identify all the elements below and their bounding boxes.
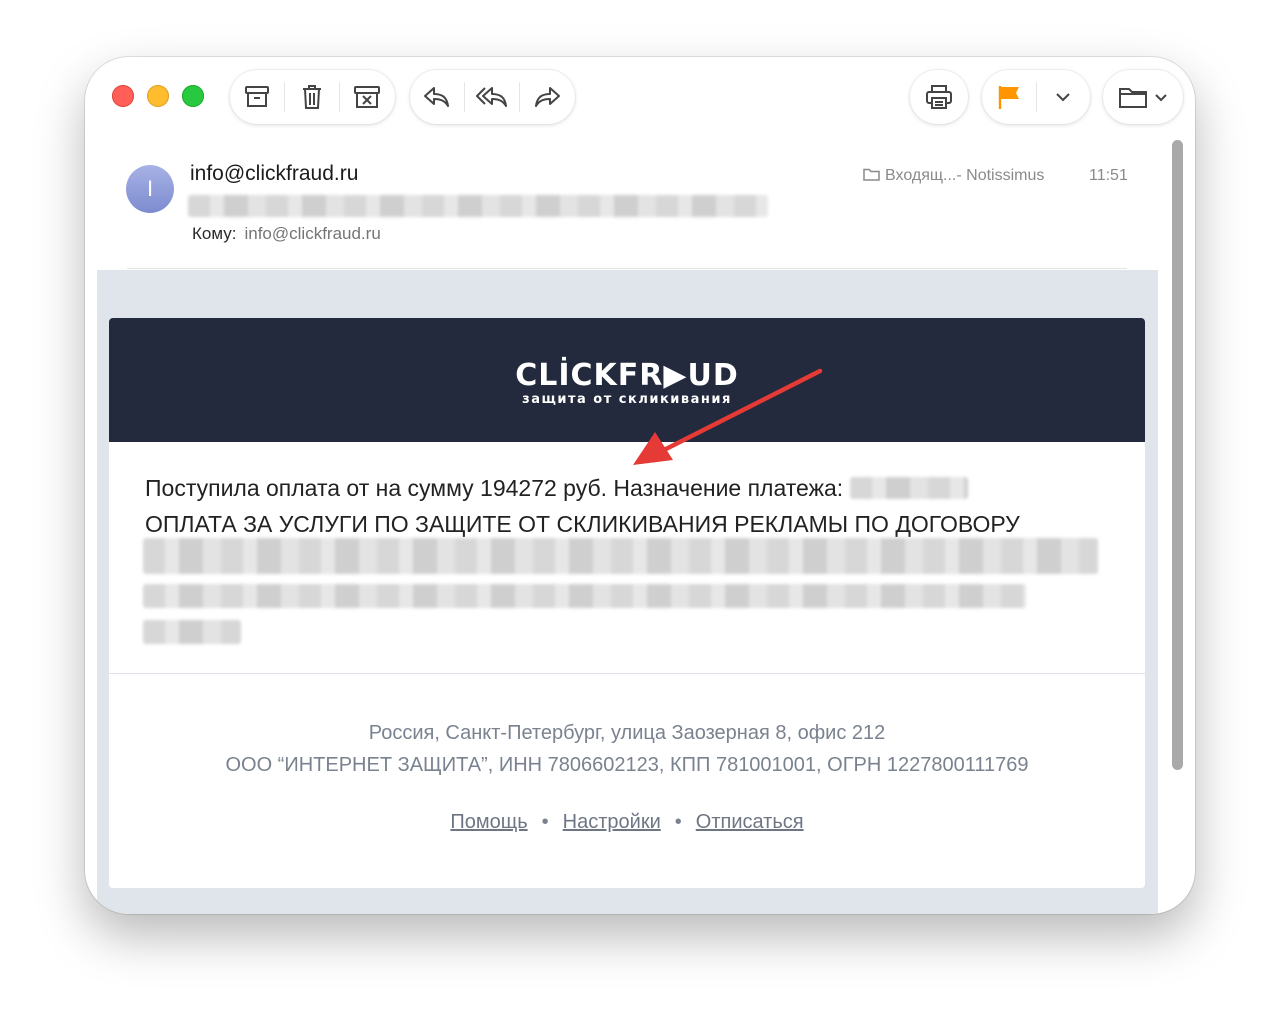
print-button[interactable] <box>910 70 968 124</box>
delete-button[interactable] <box>285 70 339 124</box>
clickfraud-logo: CLİCKFR▶UD <box>515 358 739 393</box>
forward-icon <box>535 87 560 107</box>
company-address: Россия, Санкт-Петербург, улица Заозерная… <box>368 722 886 744</box>
toolbar-flag-group <box>982 70 1090 124</box>
folder-icon <box>1119 88 1147 108</box>
flag-menu-button[interactable] <box>1036 70 1090 124</box>
move-to-folder-button[interactable] <box>1103 70 1183 124</box>
reply-all-button[interactable] <box>465 70 519 124</box>
junk-icon <box>354 86 380 108</box>
folder-icon <box>863 168 880 181</box>
mailbox-name: Входящ...- Notissimus <box>885 167 1045 184</box>
redacted-purpose <box>849 477 968 499</box>
flag-button[interactable] <box>982 70 1036 124</box>
toolbar-reply-actions <box>410 70 575 124</box>
payment-amount-text: Поступила оплата от на сумму 194272 руб.… <box>145 475 844 501</box>
link-separator: • <box>674 811 682 833</box>
reply-all-icon <box>476 87 507 107</box>
unsubscribe-link[interactable]: Отписаться <box>696 811 804 833</box>
forward-button[interactable] <box>520 70 574 124</box>
redacted-text-line <box>143 538 1098 574</box>
link-separator: • <box>541 811 549 833</box>
redacted-text-line <box>143 584 1026 608</box>
email-banner: CLİCKFR▶UD защита от скликивания <box>109 318 1145 442</box>
sender-avatar: I <box>126 165 174 213</box>
minimize-window-button[interactable] <box>147 85 169 107</box>
printer-icon <box>926 85 952 109</box>
redacted-subject <box>188 195 768 217</box>
payment-line-1: Поступила оплата от на сумму 194272 руб.… <box>145 470 1105 506</box>
zoom-window-button[interactable] <box>182 85 204 107</box>
footer-links: Помощь • Настройки • Отписаться <box>109 811 1145 834</box>
company-details: ООО “ИНТЕРНЕТ ЗАЩИТА”, ИНН 7806602123, К… <box>225 754 1029 776</box>
redacted-text-line <box>143 620 241 644</box>
sender-address[interactable]: info@clickfraud.ru <box>190 162 358 186</box>
logo-subtitle: защита от скликивания <box>522 392 732 407</box>
toolbar-print-group <box>910 70 968 124</box>
mail-window: I info@clickfraud.ru Кому: info@clickfrau… <box>85 57 1195 914</box>
vertical-scrollbar[interactable] <box>1172 140 1183 770</box>
flag-icon <box>998 86 1019 109</box>
trash-icon <box>303 85 321 109</box>
header-divider <box>127 268 1127 269</box>
settings-link[interactable]: Настройки <box>563 811 661 833</box>
close-window-button[interactable] <box>112 85 134 107</box>
junk-button[interactable] <box>340 70 394 124</box>
payment-notice: Поступила оплата от на сумму 194272 руб.… <box>145 470 1105 542</box>
reply-button[interactable] <box>410 70 464 124</box>
chevron-down-icon <box>1155 93 1167 101</box>
chevron-down-icon <box>1056 93 1070 102</box>
toolbar-mailbox-actions <box>230 70 395 124</box>
footer-divider <box>109 673 1145 674</box>
help-link[interactable]: Помощь <box>450 811 527 833</box>
archive-button[interactable] <box>230 70 284 124</box>
email-card: CLİCKFR▶UD защита от скликивания Поступи… <box>109 318 1145 888</box>
recipient-row: Кому: info@clickfraud.ru <box>192 224 381 244</box>
message-time: 11:51 <box>1089 167 1128 184</box>
mailbox-location[interactable]: Входящ...- Notissimus <box>863 167 1044 185</box>
reply-icon <box>424 87 449 107</box>
payment-line-2: ОПЛАТА ЗА УСЛУГИ ПО ЗАЩИТЕ ОТ СКЛИКИВАНИ… <box>145 511 1020 537</box>
archive-icon <box>245 86 269 107</box>
to-address[interactable]: info@clickfraud.ru <box>244 224 380 243</box>
to-label: Кому: <box>192 224 237 243</box>
